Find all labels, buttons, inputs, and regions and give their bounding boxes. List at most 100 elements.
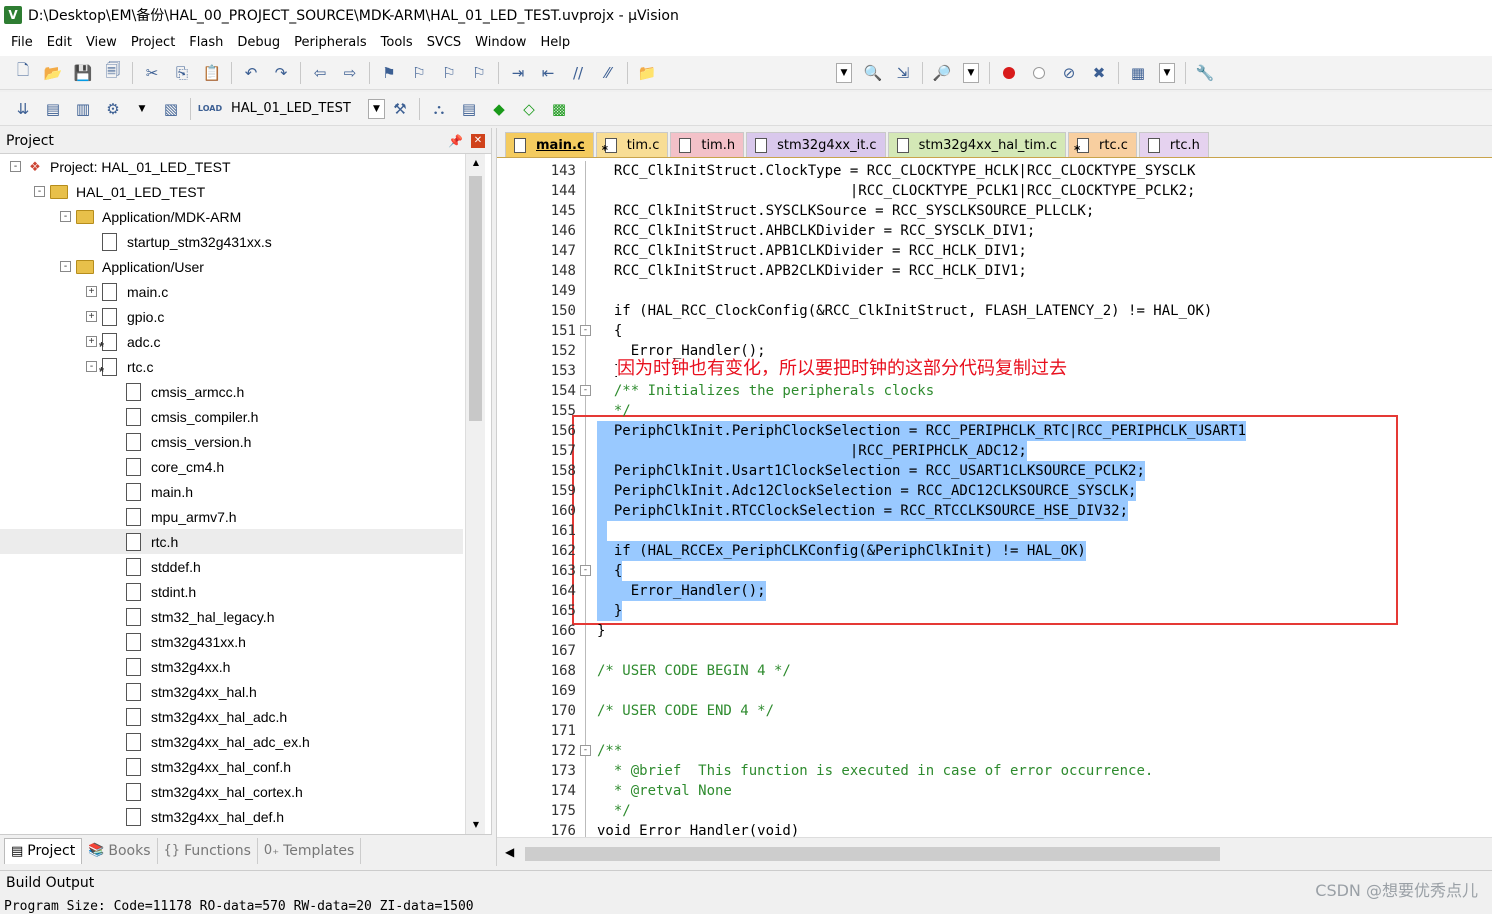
incremental-find-icon[interactable]: ⇲ [892, 62, 914, 84]
tab-templates[interactable]: 0₊ Templates [258, 837, 362, 864]
tree-item[interactable]: stm32g4xx_hal_adc.h [0, 704, 463, 729]
comment-icon[interactable]: // [567, 62, 589, 84]
tree-item[interactable]: mpu_armv7.h [0, 504, 463, 529]
menu-svcs[interactable]: SVCS [420, 30, 468, 56]
tree-item[interactable]: stm32_hal_legacy.h [0, 604, 463, 629]
tree-item[interactable]: + main.c [0, 279, 463, 304]
editor-tab-stm32g4xx-it-c[interactable]: stm32g4xx_it.c [746, 132, 886, 157]
tree-item[interactable]: stm32g4xx_hal_def.h [0, 804, 463, 829]
tree-item[interactable]: cmsis_armcc.h [0, 379, 463, 404]
expand-icon[interactable]: + [86, 286, 97, 297]
tree-item[interactable]: main.h [0, 479, 463, 504]
batch-build-icon[interactable]: ⚙ [102, 98, 124, 120]
new-file-icon[interactable]: 🗋 [12, 61, 34, 84]
tree-item[interactable]: + adc.c [0, 329, 463, 354]
paste-icon[interactable]: 📋 [201, 62, 223, 84]
target-select[interactable]: HAL_01_LED_TEST ▼ [225, 98, 385, 120]
editor-tab-main-c[interactable]: main.c [505, 132, 594, 157]
file-extensions-icon[interactable]: ▤ [458, 98, 480, 120]
tree-item[interactable]: stdint.h [0, 579, 463, 604]
menu-view[interactable]: View [79, 30, 124, 56]
menu-peripherals[interactable]: Peripherals [287, 30, 374, 56]
tree-item[interactable]: stm32g4xx.h [0, 654, 463, 679]
tab-project[interactable]: ▤ Project [4, 837, 83, 864]
target-options-icon[interactable]: ⚒ [389, 98, 411, 120]
download-load-icon[interactable]: LOAD [198, 98, 222, 120]
pin-icon[interactable]: 📌 [448, 134, 463, 148]
find-icon[interactable]: 🔍 [862, 62, 884, 84]
find-combo-dropdown[interactable]: ▼ [836, 62, 852, 83]
indent-icon[interactable]: ⇥ [507, 62, 529, 84]
enable-breakpoint-icon[interactable] [1028, 62, 1050, 84]
project-tree-scrollbar[interactable]: ▲ ▼ [465, 154, 485, 834]
tree-item[interactable]: stddef.h [0, 554, 463, 579]
debug-session-icon[interactable]: 🔎 [931, 62, 953, 84]
pack-installer-icon[interactable]: ▩ [548, 98, 570, 120]
save-icon[interactable]: 💾 [72, 62, 94, 84]
rebuild-icon[interactable]: ▥ [72, 98, 94, 120]
tree-item[interactable]: stm32g431xx.h [0, 629, 463, 654]
undo-icon[interactable]: ↶ [240, 62, 262, 84]
menu-file[interactable]: File [4, 30, 40, 56]
bookmark-icon[interactable]: ⚑ [378, 62, 400, 84]
scroll-thumb[interactable] [525, 847, 1220, 861]
kill-breakpoints-icon[interactable]: ✖ [1088, 62, 1110, 84]
navigate-forward-icon[interactable]: ⇨ [339, 62, 361, 84]
editor-tab-rtc-h[interactable]: rtc.h [1138, 132, 1209, 157]
scroll-left-icon[interactable]: ◀ [505, 845, 514, 859]
fold-collapse-icon[interactable]: - [580, 385, 591, 396]
editor-tab-tim-c[interactable]: tim.c [595, 132, 669, 157]
tree-item[interactable]: rtc.h [0, 529, 463, 554]
manage-components-icon[interactable]: ⛬ [428, 98, 450, 120]
insert-breakpoint-icon[interactable] [998, 62, 1020, 84]
tree-item[interactable]: startup_stm32g431xx.s [0, 229, 463, 254]
tree-item[interactable]: stm32g4xx_hal_cortex.h [0, 779, 463, 804]
select-packs-icon[interactable]: ◇ [518, 98, 540, 120]
tree-item[interactable]: - rtc.c [0, 354, 463, 379]
menu-edit[interactable]: Edit [40, 30, 79, 56]
collapse-icon[interactable]: - [10, 161, 21, 172]
tree-item[interactable]: - Application/User [0, 254, 463, 279]
tree-item[interactable]: - HAL_01_LED_TEST [0, 179, 463, 204]
find-in-files-icon[interactable]: 📁 [636, 62, 658, 84]
menu-project[interactable]: Project [124, 30, 182, 56]
code-area[interactable]: 143 RCC_ClkInitStruct.ClockType = RCC_CL… [497, 161, 1492, 837]
save-all-icon[interactable]: 🗐 [102, 61, 124, 84]
next-bookmark-icon[interactable]: ⚐ [438, 62, 460, 84]
translate-icon[interactable]: ⇊ [12, 98, 34, 120]
collapse-icon[interactable]: - [34, 186, 45, 197]
navigate-back-icon[interactable]: ⇦ [309, 62, 331, 84]
tree-item[interactable]: cmsis_compiler.h [0, 404, 463, 429]
uncomment-icon[interactable]: ⁄⁄ [597, 62, 619, 84]
tree-item[interactable]: cmsis_version.h [0, 429, 463, 454]
tab-functions[interactable]: {} Functions [158, 837, 258, 864]
editor-hscrollbar[interactable]: ◀ [497, 837, 1492, 866]
cut-icon[interactable]: ✂ [141, 62, 163, 84]
menu-flash[interactable]: Flash [182, 30, 230, 56]
batch-build-dropdown[interactable]: ▼ [134, 99, 150, 119]
disable-breakpoints-icon[interactable]: ⊘ [1058, 62, 1080, 84]
debug-dropdown[interactable]: ▼ [963, 62, 979, 83]
fold-collapse-icon[interactable]: - [580, 325, 591, 336]
editor-tab-tim-h[interactable]: tim.h [670, 132, 745, 157]
manage-runtime-icon[interactable]: ◆ [488, 98, 510, 120]
menu-help[interactable]: Help [533, 30, 577, 56]
scroll-up-icon[interactable]: ▲ [467, 154, 485, 172]
tree-item[interactable]: - Application/MDK-ARM [0, 204, 463, 229]
tree-item[interactable]: - ❖ Project: HAL_01_LED_TEST [0, 154, 463, 179]
menu-window[interactable]: Window [468, 30, 533, 56]
window-layout-icon[interactable]: ▦ [1127, 62, 1149, 84]
tab-books[interactable]: 📚 Books [82, 837, 158, 864]
menu-tools[interactable]: Tools [374, 30, 420, 56]
menu-debug[interactable]: Debug [230, 30, 287, 56]
tree-item[interactable]: + gpio.c [0, 304, 463, 329]
expand-icon[interactable]: + [86, 336, 97, 347]
configure-tools-icon[interactable]: 🔧 [1194, 62, 1216, 84]
tree-item[interactable]: stm32g4xx_hal_adc_ex.h [0, 729, 463, 754]
scroll-down-icon[interactable]: ▼ [467, 816, 485, 834]
copy-icon[interactable]: ⎘ [171, 62, 193, 84]
stop-build-icon[interactable]: ▧ [160, 98, 182, 120]
editor-tab-rtc-c[interactable]: rtc.c [1068, 132, 1137, 157]
tree-item[interactable]: stm32g4xx_hal_conf.h [0, 754, 463, 779]
unindent-icon[interactable]: ⇤ [537, 62, 559, 84]
